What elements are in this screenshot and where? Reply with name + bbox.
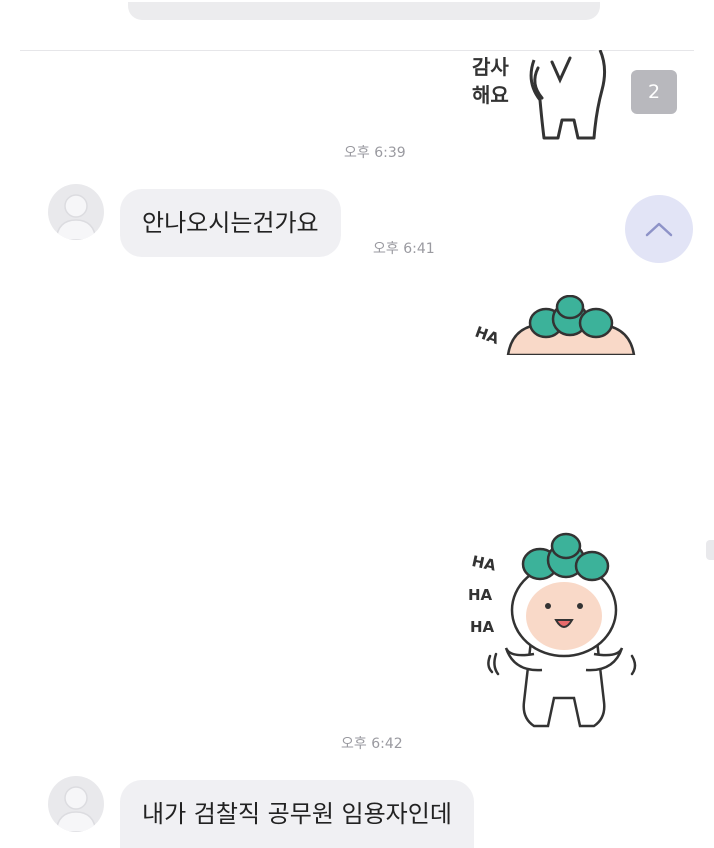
- message-bubble[interactable]: 안나오시는건가요: [120, 189, 341, 257]
- avatar[interactable]: [48, 184, 104, 240]
- avatar[interactable]: [48, 776, 104, 832]
- side-handle: [706, 540, 714, 560]
- timestamp: 오후 6:39: [344, 145, 406, 161]
- timestamp: 오후 6:41: [373, 241, 435, 257]
- thanks-sticker[interactable]: 감사 해요: [462, 50, 622, 150]
- ha-label: HA: [468, 586, 493, 604]
- laughing-sticker[interactable]: HA HA HA: [462, 522, 652, 737]
- sticker-text-line1: 감사: [472, 55, 509, 79]
- user-avatar-icon: [55, 194, 97, 240]
- scroll-up-button[interactable]: [625, 195, 693, 263]
- ha-label: HA: [470, 552, 498, 575]
- unread-count-badge[interactable]: 2: [631, 70, 677, 114]
- laughing-sticker-cropped[interactable]: HA: [472, 295, 642, 355]
- ha-label: HA: [470, 618, 495, 636]
- ha-label: HA: [473, 323, 502, 348]
- message-text: 안나오시는건가요: [142, 209, 319, 237]
- user-avatar-icon: [55, 786, 97, 832]
- message-text: 내가 검찰직 공무원 임용자인데: [142, 800, 452, 828]
- sticker-text-line2: 해요: [472, 83, 509, 107]
- message-bubble[interactable]: 내가 검찰직 공무원 임용자인데: [120, 780, 474, 848]
- top-input-bar[interactable]: [128, 2, 600, 20]
- timestamp: 오후 6:42: [341, 736, 403, 752]
- chevron-up-icon: [645, 222, 673, 237]
